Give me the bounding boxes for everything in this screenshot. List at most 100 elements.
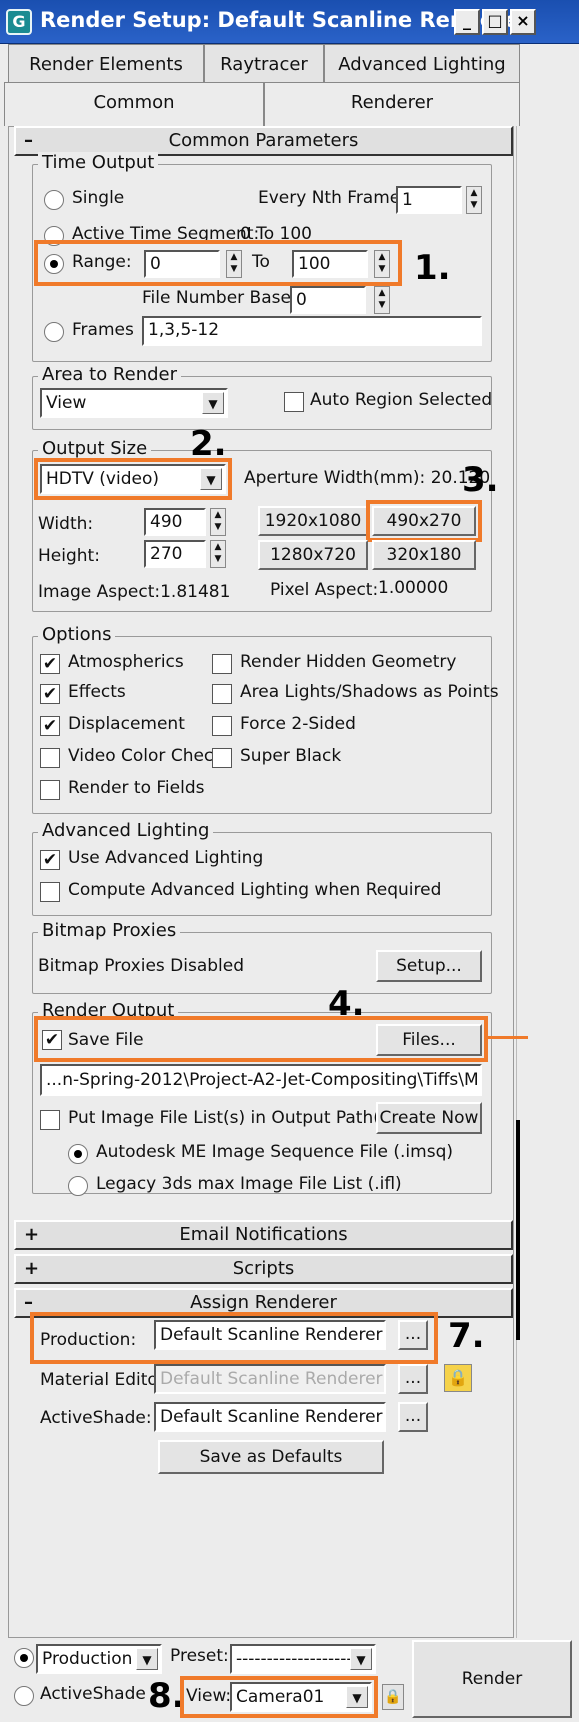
width-input[interactable]: 490 xyxy=(144,508,206,536)
every-nth-input[interactable]: 1 xyxy=(396,186,462,214)
collapse-icon: – xyxy=(24,130,33,151)
radio-single[interactable] xyxy=(44,190,64,210)
material-editor-choose-button[interactable]: ... xyxy=(398,1364,428,1394)
label-single: Single xyxy=(72,188,125,208)
file-number-base-spinner[interactable]: ▲ ▼ xyxy=(374,286,390,314)
tab-render-elements[interactable]: Render Elements xyxy=(8,44,204,86)
label-render-to-fields: Render to Fields xyxy=(68,778,205,798)
area-to-render-dropdown[interactable]: View ▼ xyxy=(40,388,228,418)
preset-320x180-button[interactable]: 320x180 xyxy=(372,540,476,570)
every-nth-spinner[interactable]: ▲ ▼ xyxy=(466,186,482,214)
range-from-spinner[interactable]: ▲ ▼ xyxy=(226,250,242,278)
checkbox-atmospherics[interactable]: ✔ xyxy=(40,654,60,674)
rollout-scripts[interactable]: + Scripts xyxy=(14,1254,513,1284)
height-spinner[interactable]: ▲ ▼ xyxy=(210,540,226,568)
preset-490x270-button[interactable]: 490x270 xyxy=(372,506,476,536)
tab-raytracer[interactable]: Raytracer xyxy=(204,44,324,86)
frames-input[interactable]: 1,3,5-12 xyxy=(142,316,482,346)
label-area-lights: Area Lights/Shadows as Points xyxy=(240,682,499,702)
scrollbar[interactable] xyxy=(516,126,528,1638)
checkbox-compute-advanced-lighting[interactable] xyxy=(40,882,60,902)
tab-renderer[interactable]: Renderer xyxy=(264,82,520,126)
checkbox-force-2-sided[interactable] xyxy=(212,716,232,736)
label-activeshade: ActiveShade: xyxy=(40,1408,152,1428)
range-to-input[interactable]: 100 xyxy=(292,250,368,278)
create-now-button[interactable]: Create Now xyxy=(376,1102,482,1134)
files-button[interactable]: Files... xyxy=(376,1024,482,1056)
checkbox-displacement[interactable]: ✔ xyxy=(40,716,60,736)
output-size-preset-dropdown[interactable]: HDTV (video) ▼ xyxy=(40,464,226,494)
view-lock-icon[interactable]: 🔒 xyxy=(382,1684,404,1710)
checkbox-save-file[interactable]: ✔ xyxy=(42,1030,62,1050)
range-to-spinner[interactable]: ▲ ▼ xyxy=(374,250,390,278)
checkbox-use-advanced-lighting[interactable]: ✔ xyxy=(40,850,60,870)
label-height: Height: xyxy=(38,546,100,566)
radio-frames[interactable] xyxy=(44,322,64,342)
view-dropdown[interactable]: Camera01 ▼ xyxy=(230,1682,372,1712)
label-every-nth: Every Nth Frame: xyxy=(258,188,406,208)
label-range: Range: xyxy=(72,252,132,272)
checkbox-auto-region[interactable] xyxy=(284,392,304,412)
checkbox-render-hidden[interactable] xyxy=(212,654,232,674)
height-input[interactable]: 270 xyxy=(144,540,206,568)
save-as-defaults-button[interactable]: Save as Defaults xyxy=(158,1440,384,1474)
label-put-image-file-list: Put Image File List(s) in Output Path(s) xyxy=(68,1108,396,1128)
chevron-down-icon: ▼ xyxy=(200,468,222,490)
file-number-base-input[interactable]: 0 xyxy=(290,286,366,314)
label-to: To xyxy=(252,252,270,272)
group-label: Options xyxy=(38,624,116,645)
label-save-file: Save File xyxy=(68,1030,144,1050)
radio-activeshade[interactable] xyxy=(14,1686,34,1706)
app-icon[interactable]: G xyxy=(6,9,32,35)
tab-common[interactable]: Common xyxy=(4,82,264,126)
scrollbar-thumb[interactable] xyxy=(516,1120,528,1340)
title-bar[interactable]: G Render Setup: Default Scanline Rendere… xyxy=(0,0,579,44)
production-mode-dropdown[interactable]: Production ▼ xyxy=(36,1644,162,1674)
label-preset: Preset: xyxy=(170,1646,229,1666)
lock-icon[interactable]: 🔒 xyxy=(444,1364,472,1392)
preset-dropdown[interactable]: -------------------- ▼ xyxy=(230,1644,376,1674)
close-button[interactable]: × xyxy=(510,9,536,35)
checkbox-super-black[interactable] xyxy=(212,748,232,768)
checkbox-render-to-fields[interactable] xyxy=(40,780,60,800)
label-frames: Frames xyxy=(72,320,134,340)
checkbox-area-lights[interactable] xyxy=(212,684,232,704)
radio-range[interactable] xyxy=(44,254,64,274)
dropdown-value: Production xyxy=(42,1649,133,1669)
group-label: Bitmap Proxies xyxy=(38,920,181,941)
activeshade-choose-button[interactable]: ... xyxy=(398,1402,428,1432)
rollout-title: Common Parameters xyxy=(168,130,359,151)
radio-ifl[interactable] xyxy=(68,1176,88,1196)
production-renderer-field: Default Scanline Renderer xyxy=(154,1320,386,1350)
group-label: Area to Render xyxy=(38,364,182,385)
material-editor-renderer-field: Default Scanline Renderer xyxy=(154,1364,386,1394)
annotation-3: 3. xyxy=(462,460,499,500)
radio-imsq[interactable] xyxy=(68,1144,88,1164)
label-atmospherics: Atmospherics xyxy=(68,652,184,672)
rollout-email-notifications[interactable]: + Email Notifications xyxy=(14,1220,513,1250)
output-path-field[interactable]: ...n-Spring-2012\Project-A2-Jet-Composit… xyxy=(40,1064,482,1096)
rollout-title: Email Notifications xyxy=(179,1224,348,1245)
preset-1920x1080-button[interactable]: 1920x1080 xyxy=(258,506,368,536)
range-from-input[interactable]: 0 xyxy=(144,250,220,278)
setup-button[interactable]: Setup... xyxy=(376,950,482,982)
width-spinner[interactable]: ▲ ▼ xyxy=(210,508,226,536)
render-button[interactable]: Render xyxy=(412,1640,572,1718)
minimize-button[interactable]: _ xyxy=(454,9,480,35)
label-video-color-check: Video Color Check xyxy=(68,746,224,766)
chevron-down-icon: ▼ xyxy=(136,1648,158,1670)
bitmap-proxies-status: Bitmap Proxies Disabled xyxy=(38,956,245,976)
production-choose-button[interactable]: ... xyxy=(398,1320,428,1350)
radio-production[interactable] xyxy=(14,1648,34,1668)
expand-icon: + xyxy=(24,1258,40,1279)
checkbox-put-image-file-list[interactable] xyxy=(40,1110,60,1130)
expand-icon: + xyxy=(24,1224,40,1245)
preset-1280x720-button[interactable]: 1280x720 xyxy=(258,540,368,570)
activeshade-renderer-field: Default Scanline Renderer xyxy=(154,1402,386,1432)
tab-advanced-lighting[interactable]: Advanced Lighting xyxy=(324,44,520,86)
label-production: Production: xyxy=(40,1330,137,1350)
maximize-button[interactable]: □ xyxy=(482,9,508,35)
checkbox-effects[interactable]: ✔ xyxy=(40,684,60,704)
checkbox-video-color-check[interactable] xyxy=(40,748,60,768)
label-imsq: Autodesk ME Image Sequence File (.imsq) xyxy=(96,1142,453,1162)
